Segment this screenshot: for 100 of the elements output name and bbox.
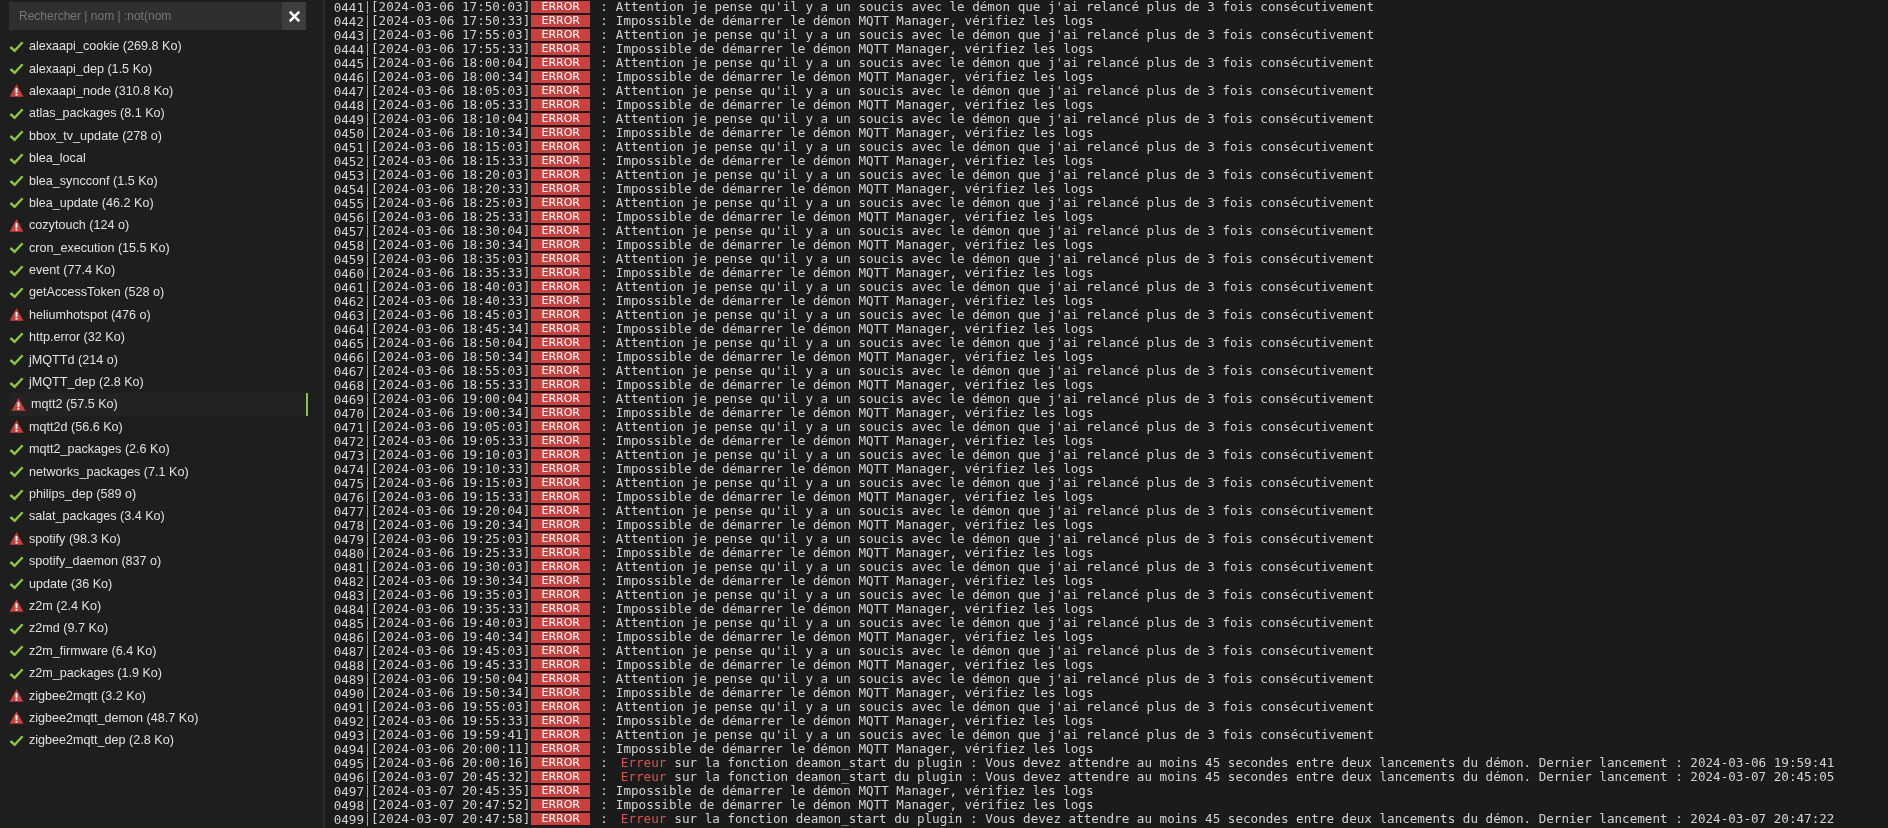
sidebar-item[interactable]: salat_packages (3.4 Ko) <box>9 505 308 528</box>
separator: : <box>600 266 608 280</box>
separator: : <box>600 756 608 770</box>
separator: : <box>600 84 608 98</box>
sidebar-item[interactable]: mqtt2 (57.5 Ko) <box>9 393 308 416</box>
separator: : <box>600 532 608 546</box>
sidebar-item[interactable]: mqtt2_packages (2.6 Ko) <box>9 438 308 461</box>
timestamp: [2024-03-06 19:25:03] <box>370 532 531 546</box>
separator: : <box>600 350 608 364</box>
sidebar-item[interactable]: zigbee2mqtt_dep (2.8 Ko) <box>9 729 308 752</box>
sidebar-item[interactable]: http.error (32 Ko) <box>9 326 308 349</box>
separator: : <box>600 14 608 28</box>
sidebar-item[interactable]: networks_packages (7.1 Ko) <box>9 460 308 483</box>
level-badge: ERROR <box>531 421 591 433</box>
timestamp: [2024-03-06 19:40:03] <box>370 616 531 630</box>
sidebar-item[interactable]: zigbee2mqtt_demon (48.7 Ko) <box>9 706 308 730</box>
sidebar-item[interactable]: alexaapi_node (310.8 Ko) <box>9 79 308 103</box>
sidebar-item[interactable]: event (77.4 Ko) <box>9 258 308 282</box>
level-badge: ERROR <box>531 365 591 377</box>
sidebar-item[interactable]: spotify (98.3 Ko) <box>9 527 308 550</box>
sidebar-item[interactable]: bbox_tv_update (278 o) <box>9 124 308 147</box>
sidebar-item[interactable]: zigbee2mqtt (3.2 Ko) <box>9 684 308 707</box>
separator: : <box>600 672 608 686</box>
log-message: Impossible de démarrer le démon MQTT Manager, vérifiez les logs <box>615 574 1094 588</box>
clear-button[interactable] <box>282 2 306 30</box>
level-badge: ERROR <box>531 337 591 349</box>
sidebar-item[interactable]: update (36 Ko) <box>9 572 308 595</box>
log-message: Impossible de démarrer le démon MQTT Manager, vérifiez les logs <box>615 210 1094 224</box>
timestamp: [2024-03-06 17:50:33] <box>370 14 531 28</box>
separator: : <box>600 294 608 308</box>
sidebar-item[interactable]: alexaapi_dep (1.5 Ko) <box>9 57 308 80</box>
log-message: Impossible de démarrer le démon MQTT Manager, vérifiez les logs <box>615 182 1094 196</box>
sidebar-item[interactable]: atlas_packages (8.1 Ko) <box>9 102 308 125</box>
line-number: 0443 <box>331 28 368 42</box>
separator: : <box>600 28 608 42</box>
level-badge: ERROR <box>531 57 591 69</box>
separator: : <box>600 140 608 154</box>
log-message: Impossible de démarrer le démon MQTT Manager, vérifiez les logs <box>615 630 1094 644</box>
sidebar-item[interactable]: cron_execution (15.5 Ko) <box>9 236 308 259</box>
level-badge: ERROR <box>531 687 591 699</box>
log-message: Attention je pense qu'il y a un soucis avec le démon que j'ai relancé plus de 3 fois consécutivement <box>615 252 1375 266</box>
sidebar-item[interactable]: spotify_daemon (837 o) <box>9 550 308 573</box>
sidebar-item[interactable]: jMQTTd (214 o) <box>9 348 308 371</box>
log-message: Impossible de démarrer le démon MQTT Manager, vérifiez les logs <box>615 70 1094 84</box>
sidebar-item[interactable]: heliumhotspot (476 o) <box>9 303 308 327</box>
level-badge: ERROR <box>531 799 591 811</box>
line-number: 0459 <box>331 252 368 266</box>
line-number: 0480 <box>331 546 368 560</box>
log-message: Attention je pense qu'il y a un soucis avec le démon que j'ai relancé plus de 3 fois consécutivement <box>615 112 1375 126</box>
separator: : <box>600 238 608 252</box>
line-number: 0475 <box>331 476 368 490</box>
timestamp: [2024-03-06 20:00:16] <box>370 756 531 770</box>
separator: : <box>600 602 608 616</box>
separator: : <box>600 588 608 602</box>
timestamp: [2024-03-06 19:35:03] <box>370 588 531 602</box>
sidebar-item[interactable]: z2m (2.4 Ko) <box>9 594 308 618</box>
timestamp: [2024-03-06 18:30:34] <box>370 238 531 252</box>
timestamp: [2024-03-06 18:15:03] <box>370 140 531 154</box>
sidebar-item[interactable]: z2md (9.7 Ko) <box>9 617 308 640</box>
line-number: 0464 <box>331 322 368 336</box>
level-badge: ERROR <box>531 673 591 685</box>
line-number: 0490 <box>331 686 368 700</box>
log-message: Impossible de démarrer le démon MQTT Manager, vérifiez les logs <box>615 798 1094 812</box>
log-message: Attention je pense qu'il y a un soucis avec le démon que j'ai relancé plus de 3 fois consécutivement <box>615 448 1375 462</box>
sidebar-item[interactable]: cozytouch (124 o) <box>9 214 308 237</box>
sidebar-item[interactable]: blea_syncconf (1.5 Ko) <box>9 169 308 192</box>
sidebar-item[interactable]: philips_dep (589 o) <box>9 482 308 506</box>
error-keyword: Erreur <box>620 756 667 770</box>
line-number: 0467 <box>331 364 368 378</box>
timestamp: [2024-03-06 18:50:04] <box>370 336 531 350</box>
timestamp: [2024-03-06 19:05:03] <box>370 420 531 434</box>
line-number: 0448 <box>331 98 368 112</box>
line-number: 0481 <box>331 560 368 574</box>
line-number: 0479 <box>331 532 368 546</box>
line-number: 0451 <box>331 140 368 154</box>
line-number: 0498 <box>331 798 368 812</box>
sidebar-item[interactable]: z2m_packages (1.9 Ko) <box>9 661 308 685</box>
separator: : <box>600 518 608 532</box>
log-message: Attention je pense qu'il y a un soucis avec le démon que j'ai relancé plus de 3 fois consécutivement <box>615 168 1375 182</box>
sidebar-item[interactable]: jMQTT_dep (2.8 Ko) <box>9 370 308 394</box>
level-badge: ERROR <box>531 561 591 573</box>
line-number: 0469 <box>331 392 368 406</box>
separator: : <box>600 490 608 504</box>
timestamp: [2024-03-06 19:20:34] <box>370 518 531 532</box>
sidebar-item[interactable]: z2m_firmware (6.4 Ko) <box>9 639 308 662</box>
log-message: Attention je pense qu'il y a un soucis avec le démon que j'ai relancé plus de 3 fois consécutivement <box>615 560 1375 574</box>
level-badge: ERROR <box>531 393 591 405</box>
sidebar-item[interactable]: blea_update (46.2 Ko) <box>9 191 308 215</box>
line-number: 0460 <box>331 266 368 280</box>
separator: : <box>600 196 608 210</box>
search-field[interactable]: Rechercher | nom | :not(nom <box>9 2 282 30</box>
level-badge: ERROR <box>531 631 591 643</box>
sidebar-item[interactable]: getAccessToken (528 o) <box>9 281 308 304</box>
sidebar-item[interactable]: mqtt2d (56.6 Ko) <box>9 415 308 439</box>
log-message: Impossible de démarrer le démon MQTT Manager, vérifiez les logs <box>615 266 1094 280</box>
sidebar-item[interactable]: blea_local <box>9 146 308 170</box>
timestamp: [2024-03-06 19:55:03] <box>370 700 531 714</box>
level-badge: ERROR <box>531 715 591 727</box>
timestamp: [2024-03-06 19:35:33] <box>370 602 531 616</box>
sidebar-item[interactable]: alexaapi_cookie (269.8 Ko) <box>9 35 308 58</box>
